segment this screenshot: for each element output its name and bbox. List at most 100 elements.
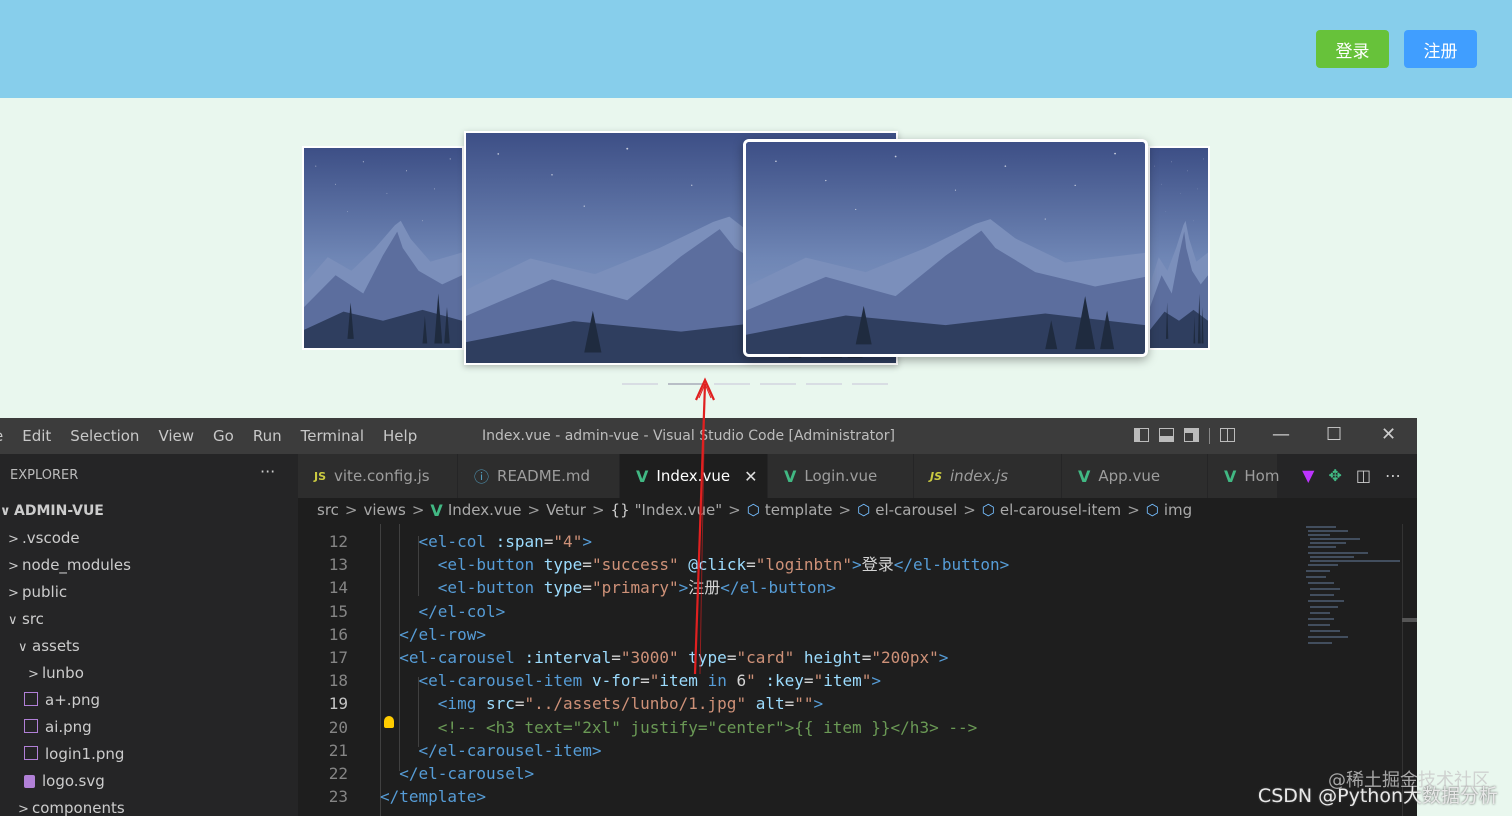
vue-icon: V <box>430 500 443 520</box>
toggle-secondary-sidebar-icon[interactable] <box>1184 428 1199 442</box>
breadcrumb-item[interactable]: Vetur <box>546 501 586 519</box>
breadcrumb-item[interactable]: views <box>363 501 405 519</box>
carousel-slide-active[interactable] <box>743 139 1148 357</box>
menu-edit[interactable]: Edit <box>22 427 51 445</box>
tree-item[interactable]: > public <box>0 579 298 606</box>
breadcrumb-item[interactable]: el-carousel <box>875 501 957 519</box>
code-line[interactable]: 20 <!-- <h3 text="2xl" justify="center">… <box>298 716 1302 739</box>
code-line[interactable]: 21 </el-carousel-item> <box>298 739 1302 762</box>
carousel-slide[interactable] <box>1148 146 1210 350</box>
close-icon[interactable]: ✕ <box>744 467 757 486</box>
editor-tabs: JS vite.config.js ⓘ README.md V Index.vue ✕ … <box>298 454 1417 498</box>
tree-item-label: ai.png <box>45 718 92 736</box>
code-editor[interactable]: 12 <el-col :span="4"> 13 <el-button type=… <box>298 524 1302 816</box>
menu-file[interactable]: e <box>0 427 3 445</box>
code-line[interactable]: 23 </template> <box>298 785 1302 808</box>
landscape-image <box>304 148 462 348</box>
code-line[interactable]: 15 </el-col> <box>298 600 1302 623</box>
breadcrumb-item[interactable]: template <box>765 501 833 519</box>
scrollbar-thumb[interactable] <box>1402 618 1417 622</box>
vue-devtools-icon[interactable]: ✥ <box>1328 466 1341 485</box>
menu-help[interactable]: Help <box>383 427 417 445</box>
chevron-down-icon: ∨ <box>18 640 28 655</box>
menu-view[interactable]: View <box>158 427 194 445</box>
menu-go[interactable]: Go <box>213 427 234 445</box>
layout-controls <box>1134 428 1235 444</box>
code-text: <el-carousel-item v-for="item in 6" :key… <box>418 671 882 691</box>
chevron-right-icon: > <box>591 501 605 519</box>
register-button[interactable]: 注册 <box>1404 30 1477 68</box>
toggle-panel-icon[interactable] <box>1159 428 1174 442</box>
code-line[interactable]: 17 <el-carousel :interval="3000" type="c… <box>298 646 1302 669</box>
element-icon: ⬡ <box>746 501 760 519</box>
breadcrumb-item[interactable]: img <box>1164 501 1192 519</box>
split-editor-icon[interactable]: ◫ <box>1356 466 1371 485</box>
code-line[interactable]: 14 <el-button type="primary">注册</el-butt… <box>298 576 1302 599</box>
chevron-right-icon: > <box>838 501 852 519</box>
code-line[interactable]: 12 <el-col :span="4"> <box>298 530 1302 553</box>
chevron-right-icon: > <box>963 501 976 519</box>
menu-terminal[interactable]: Terminal <box>301 427 364 445</box>
tab-vite-config[interactable]: JS vite.config.js <box>298 454 458 498</box>
tree-item[interactable]: login1.png <box>0 741 298 768</box>
carousel-indicator[interactable] <box>852 383 888 385</box>
line-number: 21 <box>328 740 348 760</box>
tree-root[interactable]: ∨ ADMIN-VUE <box>0 498 298 525</box>
image-file-icon <box>24 746 38 760</box>
braces-icon: {} <box>610 501 630 519</box>
chevron-right-icon: > <box>411 501 425 519</box>
toggle-sidebar-icon[interactable] <box>1134 428 1149 442</box>
tree-item[interactable]: a+.png <box>0 687 298 714</box>
svg-file-icon <box>24 775 35 788</box>
customize-layout-icon[interactable] <box>1220 428 1235 442</box>
code-line[interactable]: 13 <el-button type="success" @click="log… <box>298 553 1302 576</box>
code-text: </el-row> <box>399 624 486 644</box>
chevron-right-icon: > <box>728 501 741 519</box>
carousel-indicator[interactable] <box>806 383 842 385</box>
carousel-indicator[interactable] <box>622 383 658 385</box>
vite-icon[interactable]: ▼ <box>1302 466 1314 485</box>
carousel-slide[interactable] <box>302 146 464 350</box>
code-line[interactable]: 16 </el-row> <box>298 623 1302 646</box>
more-actions-icon[interactable]: ··· <box>260 462 275 481</box>
tab-label: vite.config.js <box>334 467 430 485</box>
tab-index-js[interactable]: JS index.js <box>914 454 1062 498</box>
vue-icon: V <box>636 466 649 486</box>
chevron-down-icon: ∨ <box>8 613 18 628</box>
line-number: 19 <box>328 694 348 714</box>
carousel-indicator[interactable] <box>760 383 796 385</box>
tree-item[interactable]: ai.png <box>0 714 298 741</box>
tree-item[interactable]: ∨ src <box>0 606 298 633</box>
menu-run[interactable]: Run <box>253 427 282 445</box>
close-icon[interactable]: ✕ <box>1381 424 1396 445</box>
code-text: <el-col :span="4"> <box>418 532 592 551</box>
breadcrumb-item[interactable]: src <box>317 501 339 519</box>
tab-home-vue[interactable]: V Hom <box>1208 454 1280 498</box>
tree-item[interactable]: > .vscode <box>0 525 298 552</box>
menu-selection[interactable]: Selection <box>70 427 139 445</box>
login-button[interactable]: 登录 <box>1316 30 1389 68</box>
maximize-icon[interactable]: ☐ <box>1326 424 1342 445</box>
code-line[interactable]: 19 <img src="../assets/lunbo/1.jpg" alt=… <box>298 692 1302 715</box>
breadcrumb-item[interactable]: el-carousel-item <box>1000 501 1121 519</box>
code-line[interactable]: 22 </el-carousel> <box>298 762 1302 785</box>
breadcrumb-item[interactable]: Index.vue <box>448 501 522 519</box>
tab-app-vue[interactable]: V App.vue <box>1062 454 1208 498</box>
tree-item[interactable]: logo.svg <box>0 768 298 795</box>
tab-login-vue[interactable]: V Login.vue <box>768 454 914 498</box>
tree-item[interactable]: ∨ assets <box>0 633 298 660</box>
code-line[interactable]: 18 <el-carousel-item v-for="item in 6" :… <box>298 669 1302 692</box>
chevron-right-icon: > <box>8 532 19 547</box>
tab-readme[interactable]: ⓘ README.md <box>458 454 620 498</box>
tree-item[interactable]: > components <box>0 795 298 816</box>
lightbulb-icon[interactable] <box>384 716 394 728</box>
tree-item[interactable]: > node_modules <box>0 552 298 579</box>
more-actions-icon[interactable]: ⋯ <box>1385 466 1401 485</box>
tree-item[interactable]: > lunbo <box>0 660 298 687</box>
chevron-right-icon: > <box>28 667 39 682</box>
tab-label: Hom <box>1244 467 1280 485</box>
line-number: 22 <box>328 764 348 783</box>
line-number: 13 <box>328 555 348 575</box>
image-file-icon <box>24 719 38 733</box>
minimize-icon[interactable]: — <box>1272 424 1290 445</box>
